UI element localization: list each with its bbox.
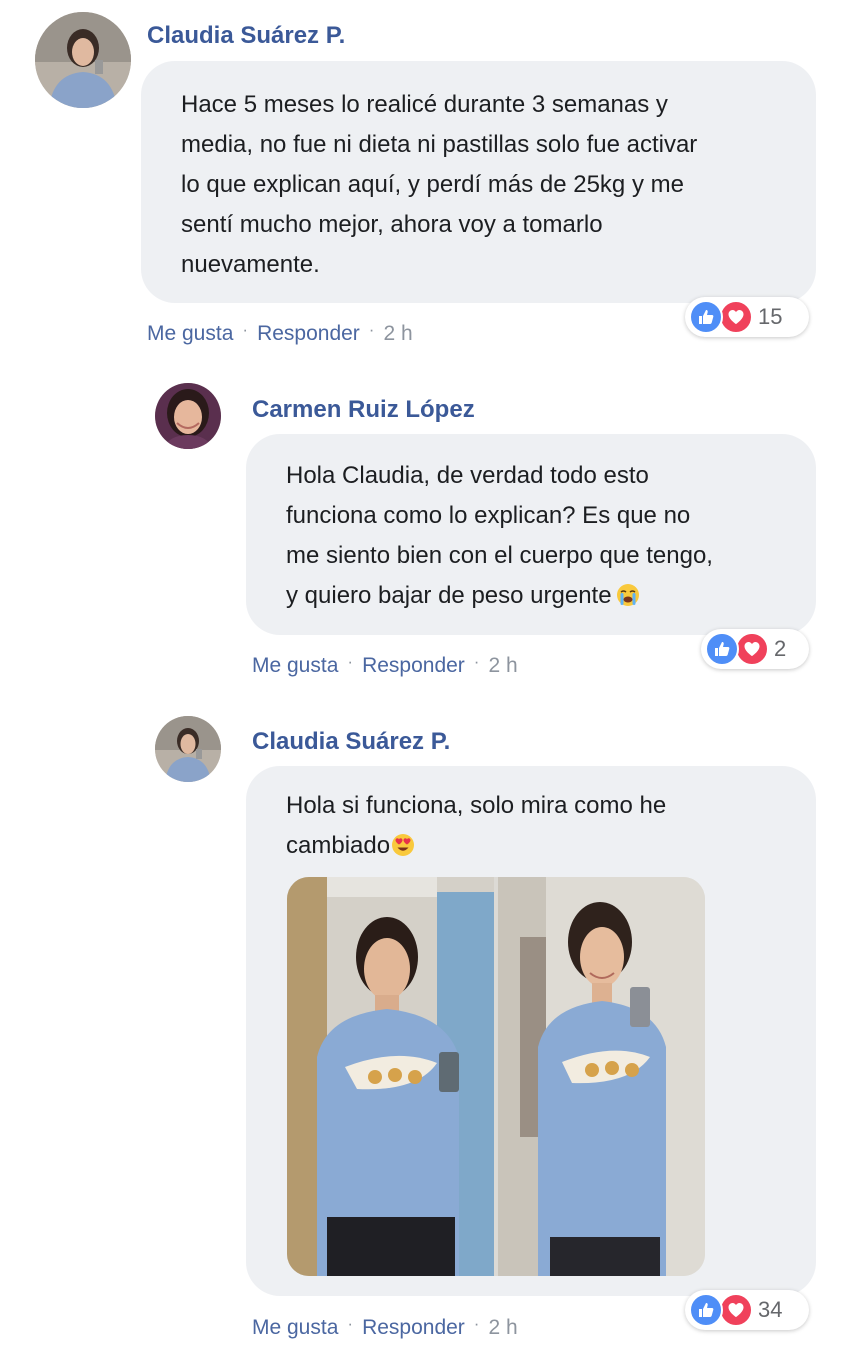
comment-actions: Me gusta · Responder · 2 h [252,1314,518,1340]
reactions-summary[interactable]: 34 [685,1290,809,1330]
avatar-photo [155,383,221,449]
comment-author[interactable]: Claudia Suárez P. [252,728,450,756]
separator-dot: · [368,320,375,339]
avatar[interactable] [155,383,221,449]
reply-link[interactable]: Responder [362,1316,465,1339]
comment-text-line: sentí mucho mejor, ahora voy a tomarlo [181,211,603,238]
comment-bubble: Hace 5 meses lo realicé durante 3 semana… [141,61,816,303]
before-photo-image [287,877,494,1276]
reaction-count: 34 [758,1297,783,1322]
after-photo-image [498,877,705,1276]
loudly-crying-face-icon [616,584,639,606]
comment-text-line: nuevamente. [181,251,320,278]
comment-actions: Me gusta · Responder · 2 h [147,320,413,346]
comment-text-line: Hola si funciona, solo mira como he [286,792,667,819]
thumbs-up-icon [689,1293,723,1327]
avatar-photo [155,716,221,782]
reply-link[interactable]: Responder [362,654,465,677]
comment-text-line: cambiado [286,826,816,866]
comment-text-line: lo que explican aquí, y perdí más de 25k… [181,171,684,198]
heart-icon [719,300,753,334]
thumbs-up-icon [689,300,723,334]
comment-text-line: y quiero bajar de peso urgente [286,576,816,616]
like-link[interactable]: Me gusta [147,322,233,345]
reaction-count: 15 [758,304,783,329]
comment-text: y quiero bajar de peso urgente [286,582,612,609]
comment-author[interactable]: Claudia Suárez P. [147,22,345,50]
separator-dot: · [347,652,354,671]
heart-eyes-face-icon [392,834,415,856]
comment-text: cambiado [286,832,391,859]
comment-text-line: funciona como lo explican? Es que no [286,502,691,529]
comment-bubble: Hola Claudia, de verdad todo esto funcio… [246,434,816,635]
avatar[interactable] [35,12,131,108]
like-link[interactable]: Me gusta [252,654,338,677]
separator-dot: · [347,1314,354,1333]
after-photo[interactable] [498,877,705,1276]
reactions-summary[interactable]: 15 [685,297,809,337]
comment-text-line: me siento bien con el cuerpo que tengo, [286,542,713,569]
timestamp[interactable]: 2 h [383,322,412,345]
comment-actions: Me gusta · Responder · 2 h [252,652,518,678]
thumbs-up-icon [705,632,739,666]
reactions-summary[interactable]: 2 [701,629,809,669]
like-link[interactable]: Me gusta [252,1316,338,1339]
comment-author[interactable]: Carmen Ruiz López [252,396,475,424]
avatar[interactable] [155,716,221,782]
reply-link[interactable]: Responder [257,322,360,345]
separator-dot: · [242,320,249,339]
photo-attachment[interactable] [287,877,705,1276]
reaction-count: 2 [774,636,787,661]
separator-dot: · [473,1314,480,1333]
timestamp[interactable]: 2 h [488,1316,517,1339]
comment-text-line: media, no fue ni dieta ni pastillas solo… [181,131,698,158]
comment-text-line: Hola Claudia, de verdad todo esto [286,462,649,489]
heart-icon [735,632,769,666]
avatar-photo [35,12,131,108]
before-photo[interactable] [287,877,494,1276]
comment-text-line: Hace 5 meses lo realicé durante 3 semana… [181,91,668,118]
timestamp[interactable]: 2 h [488,654,517,677]
separator-dot: · [473,652,480,671]
heart-icon [719,1293,753,1327]
